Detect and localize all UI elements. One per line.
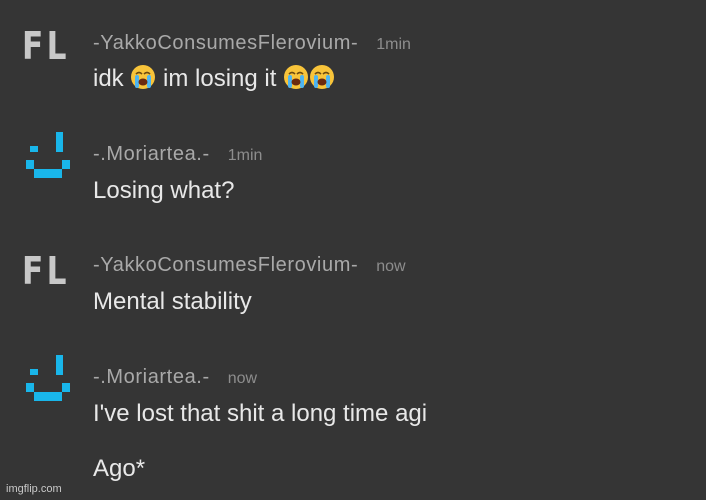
- message-text: idk im losing it: [93, 64, 335, 93]
- username[interactable]: -YakkoConsumesFlerovium-: [93, 254, 358, 276]
- timestamp: 1min: [376, 36, 411, 53]
- username[interactable]: -YakkoConsumesFlerovium-: [93, 32, 358, 54]
- message-text-part: idk: [93, 65, 124, 92]
- message-header: -YakkoConsumesFlerovium- 1min: [93, 32, 411, 55]
- smiley-pixel-avatar[interactable]: [22, 355, 78, 411]
- watermark: imgflip.com: [6, 483, 62, 495]
- message-header: -.Moriartea.- 1min: [93, 143, 262, 166]
- message-header: -.Moriartea.- now: [93, 366, 257, 389]
- message-header: -YakkoConsumesFlerovium-now: [93, 254, 406, 277]
- smiley-pixel-avatar[interactable]: [22, 132, 78, 188]
- username[interactable]: -.Moriartea.-: [93, 366, 210, 388]
- loudly-crying-face-icon: [310, 65, 335, 89]
- avatar-fl[interactable]: FL: [22, 27, 68, 83]
- timestamp: now: [227, 370, 258, 387]
- loudly-crying-face-icon: [284, 65, 309, 89]
- message-text: I've lost that shit a long time agi: [93, 400, 428, 427]
- message-text: Ago*: [93, 455, 146, 482]
- avatar-fl[interactable]: FL: [22, 252, 68, 308]
- message-text: Losing what?: [93, 177, 235, 204]
- loudly-crying-face-icon: [131, 65, 156, 89]
- message-text: Mental stability: [93, 288, 252, 315]
- username[interactable]: -.Moriartea.-: [93, 143, 210, 165]
- timestamp: now: [376, 258, 406, 275]
- timestamp: 1min: [227, 147, 263, 164]
- message-text-part: im losing it: [163, 65, 277, 92]
